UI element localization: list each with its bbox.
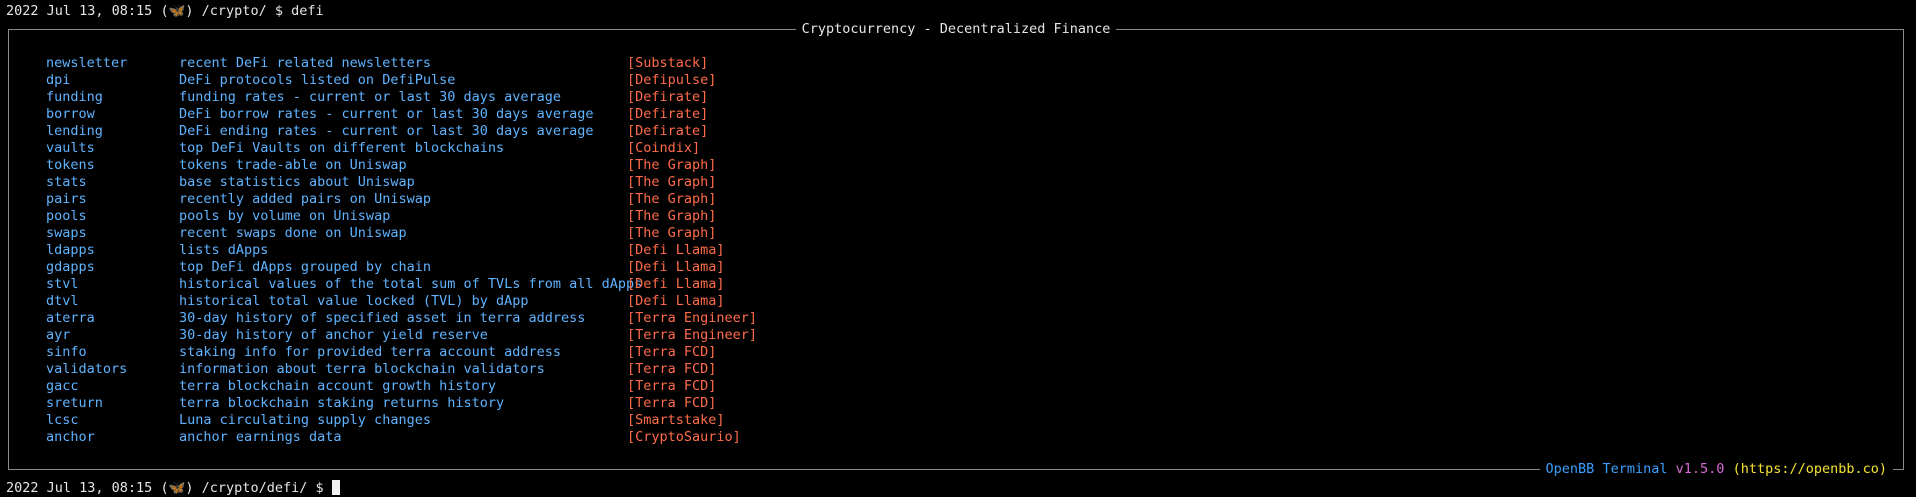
command-description: pools by volume on Uniswap bbox=[179, 208, 391, 224]
command-description: 30-day history of specified asset in ter… bbox=[179, 310, 586, 326]
command-name[interactable]: stvl bbox=[46, 276, 79, 293]
command-name[interactable]: lending bbox=[46, 123, 103, 140]
command-name[interactable]: pairs bbox=[46, 191, 87, 208]
command-name[interactable]: dtvl bbox=[46, 293, 79, 310]
command-name[interactable]: gdapps bbox=[46, 259, 95, 276]
command-source: [Terra FCD] bbox=[627, 395, 717, 411]
command-source: [The Graph] bbox=[627, 208, 717, 224]
prompt-timestamp: 2022 Jul 13, 08:15 bbox=[6, 3, 153, 19]
command-description: top DeFi dApps grouped by chain bbox=[179, 259, 431, 275]
command-name[interactable]: ldapps bbox=[46, 242, 95, 259]
prompt-symbol: $ bbox=[315, 480, 324, 496]
prompt-path: /crypto/defi/ bbox=[201, 480, 308, 496]
panel-footer: OpenBB Terminal v1.5.0 (https://openbb.c… bbox=[1539, 461, 1893, 478]
previous-prompt-line: 2022 Jul 13, 08:15 (🦋) /crypto/ $ defi bbox=[6, 3, 324, 20]
command-source: [Defi Llama] bbox=[627, 293, 725, 309]
command-description: anchor earnings data bbox=[179, 429, 342, 445]
command-name[interactable]: funding bbox=[46, 89, 103, 106]
command-name[interactable]: sinfo bbox=[46, 344, 87, 361]
command-source: [Defipulse] bbox=[627, 72, 717, 88]
command-description: staking info for provided terra account … bbox=[179, 344, 562, 360]
command-description: historical values of the total sum of TV… bbox=[179, 276, 643, 292]
menu-panel: Cryptocurrency - Decentralized Finance n… bbox=[8, 21, 1904, 478]
command-description: funding rates - current or last 30 days … bbox=[179, 89, 562, 105]
command-name[interactable]: validators bbox=[46, 361, 127, 378]
command-description: DeFi borrow rates - current or last 30 d… bbox=[179, 106, 594, 122]
footer-brand: OpenBB bbox=[1545, 461, 1595, 477]
command-source: [The Graph] bbox=[627, 225, 717, 241]
command-description: lists dApps bbox=[179, 242, 269, 258]
butterfly-icon: (🦋) bbox=[160, 3, 194, 19]
command-description: historical total value locked (TVL) by d… bbox=[179, 293, 529, 309]
command-source: [Terra Engineer] bbox=[627, 310, 758, 326]
butterfly-icon: (🦋) bbox=[160, 480, 194, 496]
command-source: [Defi Llama] bbox=[627, 242, 725, 258]
command-source: [Defirate] bbox=[627, 123, 709, 139]
command-name[interactable]: sreturn bbox=[46, 395, 103, 412]
command-name[interactable]: pools bbox=[46, 208, 87, 225]
prompt-path: /crypto/ bbox=[201, 3, 267, 19]
prompt-timestamp: 2022 Jul 13, 08:15 bbox=[6, 480, 153, 496]
text-cursor[interactable] bbox=[331, 480, 340, 495]
command-source: [Defirate] bbox=[627, 106, 709, 122]
command-source: [The Graph] bbox=[627, 157, 717, 173]
command-source: [Terra FCD] bbox=[627, 344, 717, 360]
command-description: base statistics about Uniswap bbox=[179, 174, 415, 190]
footer-terminal: Terminal bbox=[1602, 461, 1668, 477]
prompt-symbol: $ bbox=[274, 3, 283, 19]
active-prompt-line[interactable]: 2022 Jul 13, 08:15 (🦋) /crypto/defi/ $ bbox=[6, 480, 340, 497]
command-description: DeFi protocols listed on DefiPulse bbox=[179, 72, 456, 88]
command-source: [CryptoSaurio] bbox=[627, 429, 741, 445]
command-source: [Terra FCD] bbox=[627, 361, 717, 377]
command-name[interactable]: tokens bbox=[46, 157, 95, 174]
command-source: [Terra FCD] bbox=[627, 378, 717, 394]
command-source: [Defirate] bbox=[627, 89, 709, 105]
command-description: terra blockchain staking returns history bbox=[179, 395, 505, 411]
command-name[interactable]: swaps bbox=[46, 225, 87, 242]
command-name[interactable]: aterra bbox=[46, 310, 95, 327]
command-source: [Substack] bbox=[627, 55, 709, 71]
footer-version: v1.5.0 bbox=[1675, 461, 1725, 477]
panel-title: Cryptocurrency - Decentralized Finance bbox=[9, 21, 1903, 38]
command-description: top DeFi Vaults on different blockchains bbox=[179, 140, 505, 156]
command-name[interactable]: stats bbox=[46, 174, 87, 191]
command-description: recent DeFi related newsletters bbox=[179, 55, 431, 71]
command-description: recently added pairs on Uniswap bbox=[179, 191, 431, 207]
command-name[interactable]: vaults bbox=[46, 140, 95, 157]
footer-url-link[interactable]: (https://openbb.co) bbox=[1733, 461, 1887, 477]
command-description: 30-day history of anchor yield reserve bbox=[179, 327, 488, 343]
command-source: [The Graph] bbox=[627, 191, 717, 207]
command-description: information about terra blockchain valid… bbox=[179, 361, 545, 377]
command-name[interactable]: borrow bbox=[46, 106, 95, 123]
command-source: [Smartstake] bbox=[627, 412, 725, 428]
command-name[interactable]: lcsc bbox=[46, 412, 79, 429]
command-description: Luna circulating supply changes bbox=[179, 412, 431, 428]
command-name[interactable]: ayr bbox=[46, 327, 70, 344]
command-source: [Defi Llama] bbox=[627, 259, 725, 275]
command-description: tokens trade-able on Uniswap bbox=[179, 157, 407, 173]
command-description: recent swaps done on Uniswap bbox=[179, 225, 407, 241]
command-name[interactable]: anchor bbox=[46, 429, 95, 446]
command-name[interactable]: dpi bbox=[46, 72, 70, 89]
command-name[interactable]: newsletter bbox=[46, 55, 127, 72]
command-description: terra blockchain account growth history bbox=[179, 378, 496, 394]
command-name[interactable]: gacc bbox=[46, 378, 79, 395]
command-description: DeFi ending rates - current or last 30 d… bbox=[179, 123, 594, 139]
prompt-command: defi bbox=[291, 3, 324, 19]
command-source: [Defi Llama] bbox=[627, 276, 725, 292]
command-source: [Coindix] bbox=[627, 140, 701, 156]
command-source: [Terra Engineer] bbox=[627, 327, 758, 343]
command-source: [The Graph] bbox=[627, 174, 717, 190]
